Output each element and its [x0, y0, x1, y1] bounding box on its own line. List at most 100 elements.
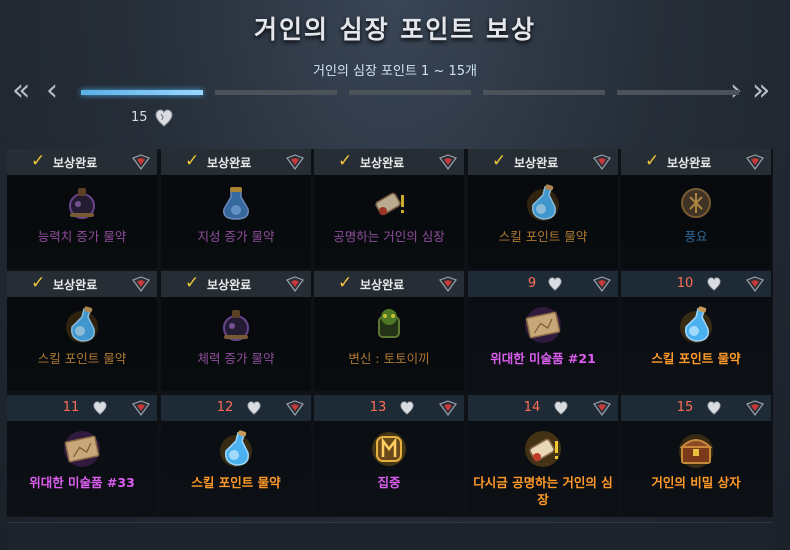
reward-label: 체력 증가 물약 [197, 351, 275, 366]
emblem-icon [131, 153, 151, 171]
reward-header: ✓ 보상완료 [621, 149, 771, 175]
claimed-label: 보상완료 [667, 156, 712, 170]
reward-label: 스킬 포인트 물약 [191, 475, 281, 490]
progress-segment-3[interactable] [349, 90, 471, 95]
rune-icon [676, 183, 716, 223]
reward-cell[interactable]: ✓ 보상완료풍요 [621, 149, 771, 269]
progress-segment-5[interactable] [617, 90, 739, 95]
reward-cell[interactable]: ✓ 보상완료체력 증가 물약 [161, 271, 311, 391]
scroll-quest-gold-icon [523, 429, 563, 469]
emblem-icon [438, 275, 458, 293]
potion-dark-icon [62, 183, 102, 223]
emblem-icon [745, 275, 765, 293]
checkmark-icon: ✓ [185, 151, 200, 171]
reward-number: 10 [676, 276, 694, 291]
potion-purple-icon [216, 183, 256, 223]
emblem-icon [285, 275, 305, 293]
checkmark-icon: ✓ [492, 151, 507, 171]
reward-cell[interactable]: 15 거인의 비밀 상자 [621, 395, 771, 515]
heart-icon [548, 276, 562, 292]
claimed-label: 보상완료 [360, 278, 405, 292]
claimed-label: 보상완료 [514, 156, 559, 170]
emblem-icon [131, 399, 151, 417]
painting-icon [62, 429, 102, 469]
reward-cell[interactable]: ✓ 보상완료 공명하는 거인의 심장 [314, 149, 464, 269]
emblem-icon [592, 275, 612, 293]
reward-cell[interactable]: 13 집중 [314, 395, 464, 515]
claimed-label: 보상완료 [207, 278, 252, 292]
progress-segment-1[interactable] [81, 90, 203, 95]
reward-header: 12 [161, 395, 311, 421]
reward-header: 11 [7, 395, 157, 421]
reward-number: 14 [523, 400, 541, 415]
reward-cell[interactable]: ✓ 보상완료능력치 증가 물약 [7, 149, 157, 269]
skill-potion-icon [216, 429, 256, 469]
reward-header: 15 [621, 395, 771, 421]
nav-prev-button[interactable]: ‹ [46, 76, 58, 106]
page-title: 거인의 심장 포인트 보상 [253, 15, 537, 44]
reward-header: 13 [314, 395, 464, 421]
reward-number: 11 [62, 400, 80, 415]
reward-header: ✓ 보상완료 [7, 271, 157, 297]
reward-cell[interactable]: 14 다시금 공명하는 거인의 심장 [468, 395, 618, 515]
reward-cell[interactable]: 10 스킬 포인트 물약 [621, 271, 771, 391]
painting-icon [523, 305, 563, 345]
emblem-icon [745, 153, 765, 171]
reward-header: ✓ 보상완료 [161, 149, 311, 175]
transform-icon [369, 305, 409, 345]
progress-segment-2[interactable] [215, 90, 337, 95]
reward-number: 12 [216, 400, 234, 415]
reward-number: 15 [676, 400, 694, 415]
reward-label: 위대한 미술품 #21 [490, 351, 596, 366]
reward-header: ✓ 보상완료 [161, 271, 311, 297]
reward-cell[interactable]: 12 스킬 포인트 물약 [161, 395, 311, 515]
reward-label: 스킬 포인트 물약 [498, 229, 588, 244]
reward-header: ✓ 보상완료 [468, 149, 618, 175]
reward-cell[interactable]: ✓ 보상완료스킬 포인트 물약 [468, 149, 618, 269]
reward-label: 다시금 공명하는 거인의 심장 [473, 475, 613, 507]
nav-first-button[interactable]: « [12, 76, 30, 106]
checkmark-icon: ✓ [31, 151, 46, 171]
emblem-icon [131, 275, 151, 293]
skill-potion-icon [62, 305, 102, 345]
rune-gold-icon [369, 429, 409, 469]
heart-icon [707, 400, 721, 416]
emblem-icon [438, 399, 458, 417]
heart-icon [93, 400, 107, 416]
reward-header: ✓ 보상완료 [314, 149, 464, 175]
reward-label: 풍요 [684, 229, 708, 244]
reward-label: 스킬 포인트 물약 [651, 351, 741, 366]
potion-dark-icon [216, 305, 256, 345]
treasure-chest-icon [676, 429, 716, 469]
heart-icon [400, 400, 414, 416]
reward-header: ✓ 보상완료 [7, 149, 157, 175]
reward-cell[interactable]: ✓ 보상완료 변신 : 토토이끼 [314, 271, 464, 391]
nav-last-button[interactable]: » [752, 76, 770, 106]
emblem-icon [438, 153, 458, 171]
emblem-icon [285, 399, 305, 417]
heart-icon [247, 400, 261, 416]
reward-label: 거인의 비밀 상자 [651, 475, 741, 490]
point-count: 15 [131, 110, 148, 125]
reward-cell[interactable]: ✓ 보상완료 지성 증가 물약 [161, 149, 311, 269]
reward-cell[interactable]: 11 위대한 미술품 #33 [7, 395, 157, 515]
reward-cell[interactable]: ✓ 보상완료스킬 포인트 물약 [7, 271, 157, 391]
claimed-label: 보상완료 [360, 156, 405, 170]
point-counter: 15 [131, 110, 148, 125]
skill-potion-icon [523, 183, 563, 223]
checkmark-icon: ✓ [338, 273, 353, 293]
reward-grid: ✓ 보상완료 능력치 증가 물약 ✓ 보상완료 지성 증가 물약 ✓ 보상완료 공명하는 거인의… [7, 149, 773, 517]
emblem-icon [592, 399, 612, 417]
reward-header: 10 [621, 271, 771, 297]
emblem-icon [745, 399, 765, 417]
claimed-label: 보상완료 [53, 156, 98, 170]
claimed-label: 보상완료 [53, 278, 98, 292]
emblem-icon [592, 153, 612, 171]
reward-label: 스킬 포인트 물약 [37, 351, 127, 366]
reward-label: 위대한 미술품 #33 [29, 475, 135, 490]
reward-label: 능력치 증가 물약 [37, 229, 127, 244]
bottom-bar [7, 522, 773, 550]
checkmark-icon: ✓ [645, 151, 660, 171]
reward-cell[interactable]: 9 위대한 미술품 #21 [468, 271, 618, 391]
progress-segment-4[interactable] [483, 90, 605, 95]
